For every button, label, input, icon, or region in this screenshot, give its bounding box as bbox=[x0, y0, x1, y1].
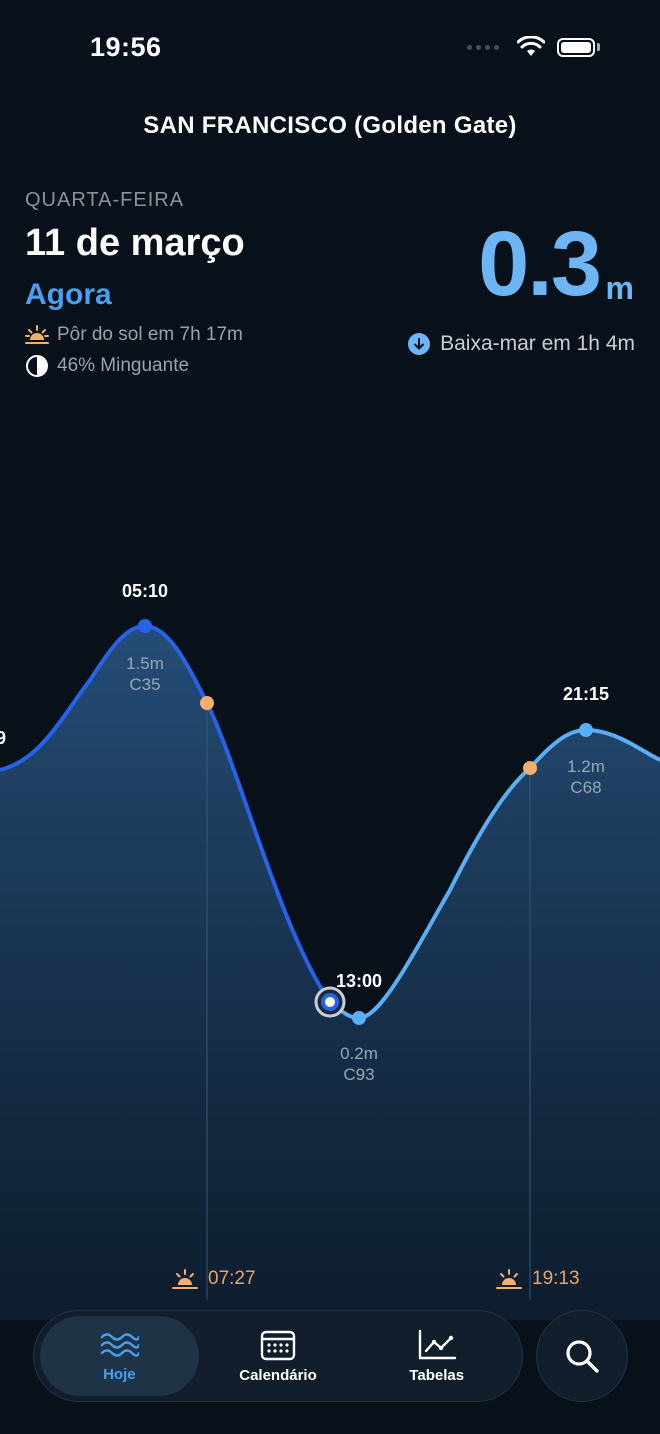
signal-icon bbox=[467, 44, 499, 50]
sunset-chart-label: 19:13 bbox=[496, 1268, 580, 1290]
location-title[interactable]: SAN FRANCISCO (Golden Gate) bbox=[0, 112, 660, 140]
tide-chart[interactable] bbox=[0, 560, 660, 1320]
low-tide-marker[interactable] bbox=[352, 1011, 366, 1025]
sunset-icon bbox=[25, 325, 49, 344]
high-tide-time-1: 05:10 bbox=[121, 581, 169, 601]
battery-icon bbox=[557, 37, 595, 57]
next-tide-text: Baixa-mar em 1h 4m bbox=[440, 332, 635, 355]
status-icons bbox=[467, 36, 600, 58]
sunset-time: 19:13 bbox=[532, 1268, 580, 1289]
current-time-marker[interactable] bbox=[314, 986, 346, 1018]
high-tide-coef-2: C68 bbox=[570, 778, 602, 797]
chart-icon bbox=[418, 1329, 456, 1359]
sunrise-label: 07:27 bbox=[172, 1268, 256, 1290]
date-label: 11 de março bbox=[25, 222, 245, 264]
search-button[interactable] bbox=[536, 1310, 628, 1402]
high-tide-marker-1[interactable] bbox=[138, 619, 152, 633]
calendar-icon bbox=[260, 1330, 296, 1360]
high-tide-height-1: 1.5m bbox=[126, 654, 164, 673]
waves-icon bbox=[101, 1332, 140, 1357]
low-tide-details: 0.2m C93 bbox=[340, 1043, 378, 1085]
high-tide-height-2: 1.2m bbox=[567, 757, 605, 776]
high-tide-marker-2[interactable] bbox=[579, 723, 593, 737]
moon-info: 46% Minguante bbox=[25, 354, 189, 378]
current-height-value: 0.3 bbox=[478, 213, 602, 315]
sunrise-icon bbox=[172, 1269, 198, 1289]
now-label: Agora bbox=[25, 278, 112, 311]
high-tide-details-2: 1.2m C68 bbox=[567, 756, 605, 798]
moon-phase-icon bbox=[26, 355, 48, 377]
high-tide-coef-1: C35 bbox=[129, 675, 161, 694]
current-height-unit: m bbox=[605, 270, 634, 306]
low-tide-coef: C93 bbox=[343, 1065, 375, 1084]
sunset-icon bbox=[496, 1269, 522, 1289]
tab-calendario-label: Calendário bbox=[239, 1366, 317, 1384]
tab-hoje[interactable]: Hoje bbox=[40, 1316, 199, 1396]
sunset-text: Pôr do sol em 7h 17m bbox=[57, 324, 243, 345]
tab-hoje-label: Hoje bbox=[103, 1365, 136, 1383]
tab-tabelas[interactable]: Tabelas bbox=[357, 1316, 516, 1396]
weekday-label: QUARTA-FEIRA bbox=[25, 189, 185, 211]
tab-bar: Hoje Calendário Tabelas bbox=[33, 1310, 523, 1402]
low-tide-time: 13:00 bbox=[335, 971, 383, 991]
sunset-info: Pôr do sol em 7h 17m bbox=[25, 324, 243, 346]
next-tide-info: Baixa-mar em 1h 4m bbox=[408, 332, 635, 356]
sunrise-marker bbox=[200, 696, 214, 710]
high-tide-details-1: 1.5m C35 bbox=[126, 653, 164, 695]
status-time: 19:56 bbox=[90, 32, 162, 62]
tab-calendario[interactable]: Calendário bbox=[199, 1316, 358, 1396]
wifi-icon bbox=[517, 36, 545, 56]
tide-area bbox=[0, 626, 660, 1320]
tab-tabelas-label: Tabelas bbox=[409, 1366, 465, 1384]
arrow-down-icon bbox=[408, 333, 431, 355]
sunset-marker bbox=[523, 761, 537, 775]
low-tide-height: 0.2m bbox=[340, 1044, 378, 1063]
search-icon bbox=[566, 1340, 599, 1373]
left-edge-time: 9 bbox=[0, 728, 7, 748]
moon-text: 46% Minguante bbox=[57, 355, 190, 376]
sunrise-time: 07:27 bbox=[208, 1268, 256, 1289]
high-tide-time-2: 21:15 bbox=[562, 684, 610, 704]
